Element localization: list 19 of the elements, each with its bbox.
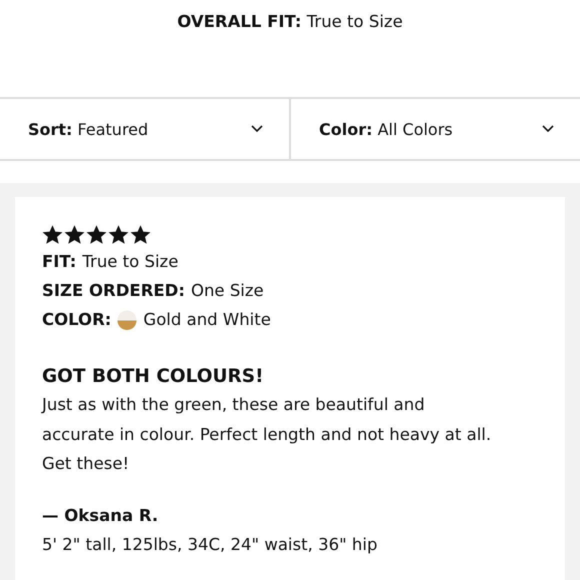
star-icon [42, 225, 63, 245]
review-title: GOT BOTH COLOURS! [42, 365, 265, 389]
star-icon [108, 225, 129, 245]
chevron-down-icon [542, 125, 554, 133]
review-detail-value: One Size [190, 280, 264, 302]
review-detail-value: True to Size [82, 251, 178, 273]
overall-fit-text: OVERALL FIT: True to Size [177, 11, 403, 33]
review-body: Just as with the green, these are beautiful and accurate in colour. Perfect length and not heavy at all. Get these! [42, 394, 492, 475]
review-detail-label: COLOR: [42, 309, 112, 331]
review-detail-value: Gold and White [143, 309, 271, 331]
star-icon [86, 225, 107, 245]
color-swatch-icon [117, 310, 138, 330]
star-icon [64, 225, 85, 245]
review-detail-label: SIZE ORDERED: [42, 280, 185, 302]
chevron-down-icon [251, 125, 263, 133]
reviewer-measurements: 5' 2" tall, 125lbs, 34C, 24" waist, 36" hip [42, 534, 378, 556]
reviewer-name: — Oksana R. [42, 504, 160, 526]
star-icon [130, 225, 151, 245]
review-detail-label: FIT: [42, 251, 76, 273]
